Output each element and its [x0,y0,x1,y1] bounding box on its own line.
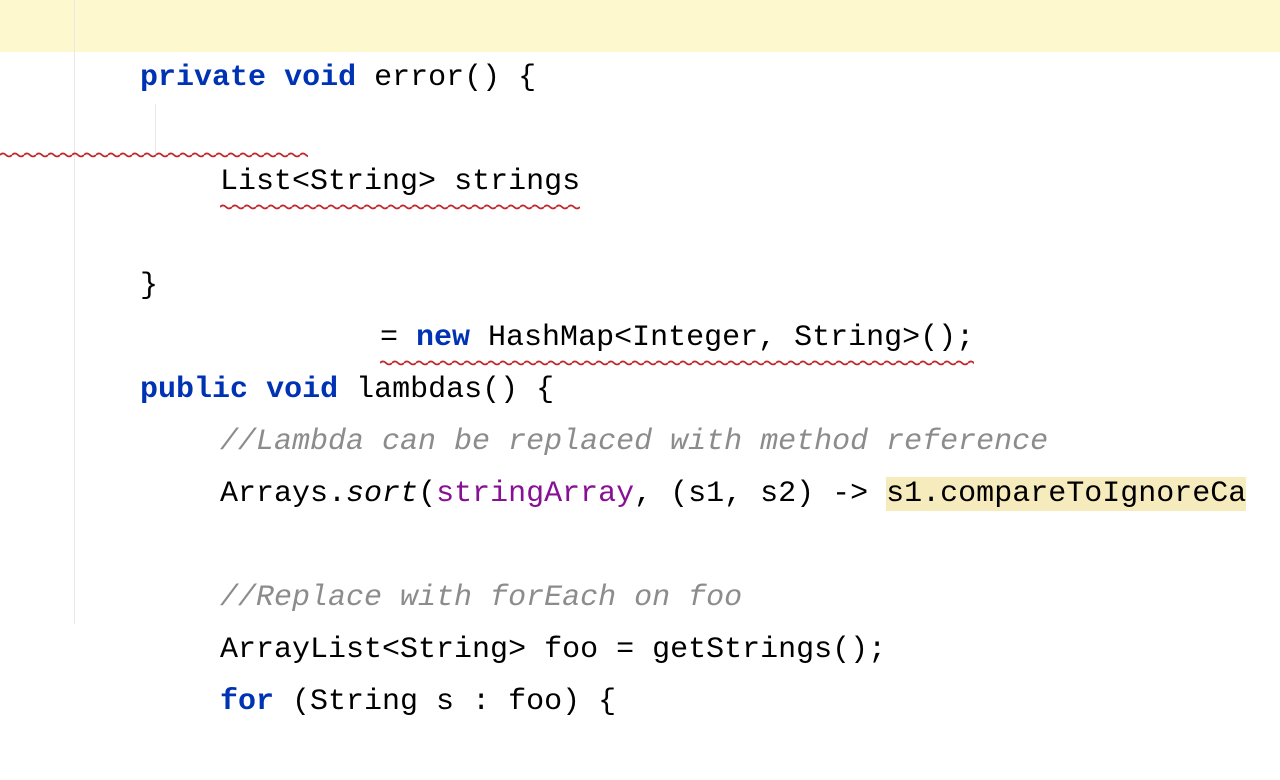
indent-guide [74,364,75,416]
indent-guide [74,0,75,52]
keyword-for: for [220,685,274,719]
indent-guide [74,572,75,624]
code-line[interactable]: for (String s : foo) { [0,572,1280,624]
indent-guide [74,416,75,468]
code-line[interactable]: //Replace with forEach on foo [0,468,1280,520]
indent-guide [74,208,75,260]
code-line[interactable]: public void lambdas() { [0,260,1280,312]
indent-guide [74,104,75,156]
statement: ArrayList<String> foo = getStrings(); [220,633,886,667]
for-params: (String s : foo) { [274,685,616,719]
indent-guide [74,312,75,364]
code-line[interactable]: List<String> strings [0,52,1280,104]
indent-guide [74,260,75,312]
code-line[interactable]: //Lambda can be replaced with method ref… [0,312,1280,364]
indent-guide [74,468,75,520]
code-editor[interactable]: private void error() { List<String> stri… [0,0,1280,648]
code-line[interactable] [0,416,1280,468]
code-line[interactable]: private void error() { [0,0,1280,52]
indent-guide [74,156,75,208]
indent-guide [74,52,75,104]
indent-guide [155,104,156,156]
code-line[interactable]: ArrayList<String> foo = getStrings(); [0,520,1280,572]
code-line[interactable]: = new HashMap<Integer, String>(); [0,104,1280,156]
code-line[interactable]: Arrays.sort(stringArray, (s1, s2) -> s1.… [0,364,1280,416]
code-line[interactable] [0,208,1280,260]
indent-guide [74,520,75,572]
code-line[interactable]: } [0,156,1280,208]
